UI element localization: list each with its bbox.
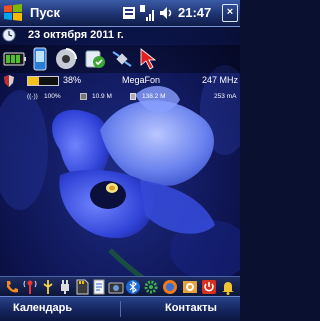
phone-icon[interactable]	[28, 47, 52, 71]
system-stats-row[interactable]: ((·)) 100% 10.9 M 138.2 M 253 mA	[0, 91, 240, 105]
bluetooth-icon[interactable]	[125, 279, 141, 295]
status-bar: Пуск 21:47 ×	[0, 0, 240, 27]
clock-icon	[2, 28, 16, 42]
start-button[interactable]: Пуск	[30, 5, 60, 20]
connection-icon[interactable]	[121, 4, 137, 22]
messaging-icon[interactable]	[182, 279, 198, 295]
volume-icon[interactable]	[158, 4, 174, 22]
softkey-calendar[interactable]: Календарь	[13, 302, 72, 314]
battery-meter-fill	[28, 77, 40, 85]
storage-free: 10.9 M	[92, 93, 112, 100]
phone-handset-icon[interactable]	[4, 279, 20, 295]
shortcut-bar	[0, 45, 240, 73]
system-info-row[interactable]: 38% MegaFon 247 MHz	[0, 73, 240, 89]
document-icon[interactable]	[91, 279, 107, 295]
quick-launch-bar	[0, 276, 240, 297]
antenna-icon[interactable]	[22, 279, 38, 295]
memory-free: 138.2 M	[142, 93, 166, 100]
wifi-signal-icon: ((·))	[27, 93, 38, 100]
softkey-divider	[120, 301, 121, 317]
usb-icon[interactable]	[40, 279, 56, 295]
browser-icon[interactable]	[162, 279, 178, 295]
today-date-row[interactable]: 23 октября 2011 г.	[0, 27, 240, 44]
current-draw: 253 mA	[214, 93, 237, 100]
signal-strength-icon[interactable]	[139, 4, 155, 22]
sync-icon[interactable]	[83, 47, 107, 71]
battery-meter	[27, 76, 59, 86]
battery-icon[interactable]	[3, 47, 27, 71]
operator-name: MegaFon	[122, 75, 161, 85]
today-date: 23 октября 2011 г.	[28, 29, 124, 41]
windows-flag-icon[interactable]	[2, 2, 24, 24]
close-button[interactable]: ×	[222, 4, 238, 22]
softkey-contacts[interactable]: Контакты	[165, 302, 217, 314]
camera-icon[interactable]	[108, 279, 124, 295]
cursor-icon[interactable]	[137, 47, 161, 71]
plug-icon[interactable]	[57, 279, 73, 295]
soft-key-bar: Календарь Контакты	[0, 296, 240, 321]
battery-percent: 38%	[63, 75, 82, 85]
settings-gear-icon[interactable]	[143, 279, 159, 295]
cpu-frequency: 247 MHz	[202, 75, 239, 85]
wireless-icon[interactable]	[110, 47, 134, 71]
clock[interactable]: 21:47	[178, 5, 211, 20]
power-icon[interactable]	[201, 279, 217, 295]
storage-icon	[80, 93, 87, 100]
shield-icon	[4, 75, 14, 87]
alarm-icon[interactable]	[220, 279, 236, 295]
signal-percent: 100%	[44, 93, 61, 100]
memory-card-icon[interactable]	[74, 279, 90, 295]
disc-icon[interactable]	[54, 47, 78, 71]
memory-icon	[130, 93, 136, 100]
